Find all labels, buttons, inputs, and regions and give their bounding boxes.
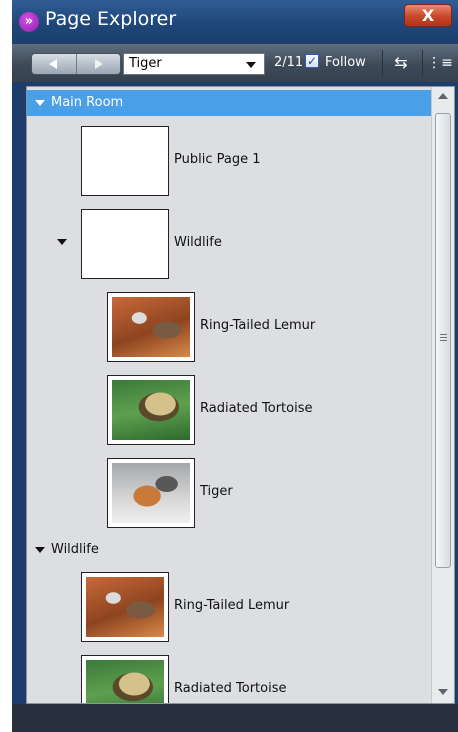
page-thumbnail[interactable]: [81, 655, 169, 703]
lemur-photo: [86, 577, 164, 637]
node-label: Radiated Tortoise: [174, 681, 287, 696]
swap-arrows-button[interactable]: ⇆: [386, 53, 416, 73]
scroll-up-arrow-icon[interactable]: [438, 93, 448, 99]
grip-line: [440, 340, 447, 341]
page-thumbnail[interactable]: [107, 458, 195, 528]
tortoise-photo: [112, 380, 190, 440]
scroll-down-arrow-icon[interactable]: [438, 689, 448, 695]
window-title: Page Explorer: [45, 8, 177, 30]
page-tree-panel: Main Room Public Page 1 Wildlife Ring-Ta…: [26, 86, 455, 704]
expand-arrow-icon[interactable]: [57, 239, 67, 245]
close-button[interactable]: X: [404, 4, 452, 27]
follow-checkbox[interactable]: ✓: [305, 54, 319, 68]
swap-arrows-icon: ⇆: [394, 53, 408, 72]
title-bar[interactable]: » Page Explorer X: [12, 0, 458, 44]
scrollbar-thumb[interactable]: [435, 113, 451, 568]
toolbar-divider: [382, 50, 383, 76]
toolbar: Tiger 2/11 ✓ Follow ⇆ ⋮≡: [12, 44, 458, 82]
tortoise-photo: [86, 660, 164, 703]
page-thumbnail[interactable]: [81, 209, 169, 279]
page-thumbnail[interactable]: [81, 126, 169, 196]
lemur-photo: [112, 297, 190, 357]
app-logo-icon: »: [19, 12, 39, 32]
page-thumbnail[interactable]: [81, 572, 169, 642]
node-label: Wildlife: [174, 235, 222, 250]
section-label: Main Room: [51, 95, 124, 110]
panel-menu-button[interactable]: ⋮≡: [427, 53, 453, 73]
page-thumbnail[interactable]: [107, 292, 195, 362]
page-thumbnail[interactable]: [107, 375, 195, 445]
section-header-main-room[interactable]: Main Room: [27, 90, 431, 116]
section-header-wildlife[interactable]: Wildlife: [27, 537, 431, 563]
toolbar-divider: [422, 50, 423, 76]
page-select-dropdown[interactable]: Tiger: [123, 53, 265, 75]
nav-button-group: [31, 53, 121, 75]
tiger-photo: [112, 463, 190, 523]
status-bar: [12, 704, 458, 732]
arrow-left-icon: [49, 59, 57, 69]
next-page-button[interactable]: [77, 54, 120, 74]
chevron-down-icon: [246, 62, 256, 68]
section-label: Wildlife: [51, 542, 99, 557]
selected-page-value: Tiger: [129, 56, 162, 71]
menu-icon: ⋮≡: [427, 55, 453, 71]
collapse-arrow-icon[interactable]: [35, 547, 45, 553]
page-explorer-window: » Page Explorer X Tiger 2/11 ✓ Follow ⇆ …: [12, 0, 458, 732]
node-label: Public Page 1: [174, 152, 261, 167]
previous-page-button[interactable]: [32, 54, 77, 74]
node-label: Ring-Tailed Lemur: [200, 318, 316, 333]
grip-line: [440, 337, 447, 338]
page-counter: 2/11: [274, 55, 304, 70]
follow-label: Follow: [325, 55, 366, 70]
vertical-scrollbar[interactable]: [431, 87, 454, 703]
arrow-right-icon: [95, 59, 103, 69]
grip-line: [440, 334, 447, 335]
node-label: Ring-Tailed Lemur: [174, 598, 290, 613]
node-label: Tiger: [200, 484, 233, 499]
node-label: Radiated Tortoise: [200, 401, 313, 416]
collapse-arrow-icon[interactable]: [35, 100, 45, 106]
